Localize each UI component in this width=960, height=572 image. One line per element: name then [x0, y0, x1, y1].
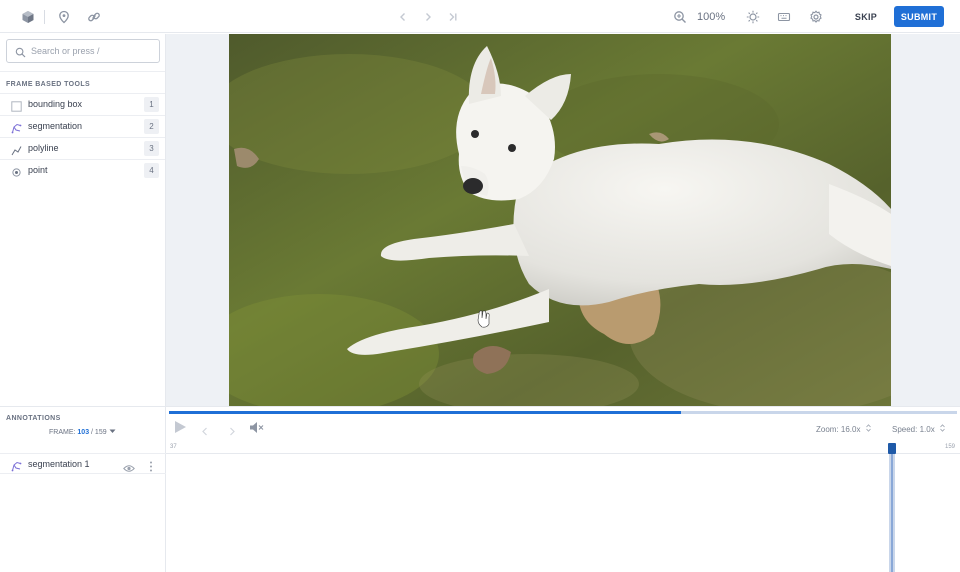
step-forward-icon[interactable]: [228, 423, 236, 441]
brightness-icon[interactable]: [744, 8, 762, 26]
frame-current: 103: [77, 429, 90, 436]
frame-total: / 159: [91, 429, 107, 436]
tools-panel: FRAME BASED TOOLS bounding box 1 segment…: [0, 34, 166, 406]
tool-segmentation[interactable]: segmentation 2: [0, 115, 165, 137]
segmentation-icon: [11, 121, 22, 134]
search-icon: [15, 45, 26, 63]
polyline-icon: [11, 143, 22, 156]
zoom-in-icon[interactable]: [671, 8, 689, 26]
chevron-down-icon[interactable]: [109, 429, 116, 436]
tool-shortcut-key: 2: [144, 119, 159, 134]
annotations-heading: ANNOTATIONS: [6, 415, 61, 422]
tool-label: segmentation: [28, 121, 83, 131]
frame-selector[interactable]: FRAME: 103 / 159: [49, 429, 116, 436]
timeline-zoom-value: Zoom: 16.0x: [816, 425, 861, 434]
playback-speed-value: Speed: 1.0x: [892, 425, 935, 434]
keyboard-icon[interactable]: [775, 8, 793, 26]
tool-label: polyline: [28, 143, 59, 153]
tool-shortcut-key: 3: [144, 141, 159, 156]
annotation-item[interactable]: segmentation 1: [0, 453, 166, 474]
frame-label: FRAME:: [49, 429, 76, 436]
search-box[interactable]: [6, 39, 160, 63]
location-pin-icon[interactable]: [55, 8, 73, 26]
timeline-start-frame: 37: [170, 444, 177, 450]
last-frame-icon[interactable]: [444, 8, 462, 26]
step-back-icon[interactable]: [201, 423, 209, 441]
tools-section-heading: FRAME BASED TOOLS: [6, 81, 91, 88]
timeline-divider: [166, 453, 960, 454]
more-options-icon[interactable]: [149, 459, 153, 477]
video-timeline: Zoom: 16.0x Speed: 1.0x 37 159: [166, 406, 960, 572]
stepper-icon[interactable]: [940, 424, 945, 434]
tool-bounding-box[interactable]: bounding box 1: [0, 93, 165, 115]
playback-speed-control[interactable]: Speed: 1.0x: [892, 424, 945, 434]
play-icon[interactable]: [173, 420, 187, 439]
toolbar-divider: [44, 10, 45, 24]
timeline-zoom-control[interactable]: Zoom: 16.0x: [816, 424, 871, 434]
tool-label: bounding box: [28, 99, 83, 109]
mute-icon[interactable]: [249, 421, 265, 439]
link-icon[interactable]: [85, 8, 103, 26]
skip-button[interactable]: SKIP: [846, 7, 886, 27]
timeline-playhead[interactable]: [888, 443, 896, 572]
zoom-level: 100%: [697, 11, 726, 23]
stepper-icon[interactable]: [865, 424, 871, 434]
submit-button[interactable]: SUBMIT: [894, 6, 944, 27]
annotation-canvas[interactable]: [166, 34, 960, 406]
timeline-end-frame: 159: [945, 444, 956, 450]
tool-shortcut-key: 1: [144, 97, 159, 112]
square-icon: [11, 99, 22, 112]
playback-progress-fill: [169, 411, 682, 414]
tool-label: point: [28, 165, 48, 175]
next-frame-icon[interactable]: [419, 8, 437, 26]
annotation-label: segmentation 1: [28, 459, 90, 469]
tool-shortcut-key: 4: [144, 163, 159, 178]
playback-progress-bar[interactable]: [169, 411, 957, 414]
previous-frame-icon[interactable]: [394, 8, 412, 26]
video-annotation-app: 100% SKIP SUBMIT FRAME BASED TOOLS bound…: [0, 0, 960, 572]
top-toolbar: 100% SKIP SUBMIT: [0, 0, 960, 33]
tool-polyline[interactable]: polyline 3: [0, 137, 165, 159]
annotations-panel: ANNOTATIONS FRAME: 103 / 159 segmentatio…: [0, 406, 166, 572]
point-icon: [11, 165, 22, 177]
cube-logo-icon[interactable]: [19, 8, 37, 26]
eye-icon[interactable]: [123, 460, 135, 478]
divider: [0, 71, 165, 72]
video-frame-image[interactable]: [229, 34, 891, 406]
settings-gear-icon[interactable]: [807, 8, 825, 26]
tool-point[interactable]: point 4: [0, 159, 165, 181]
search-input[interactable]: [31, 43, 155, 59]
segmentation-icon: [11, 459, 22, 477]
